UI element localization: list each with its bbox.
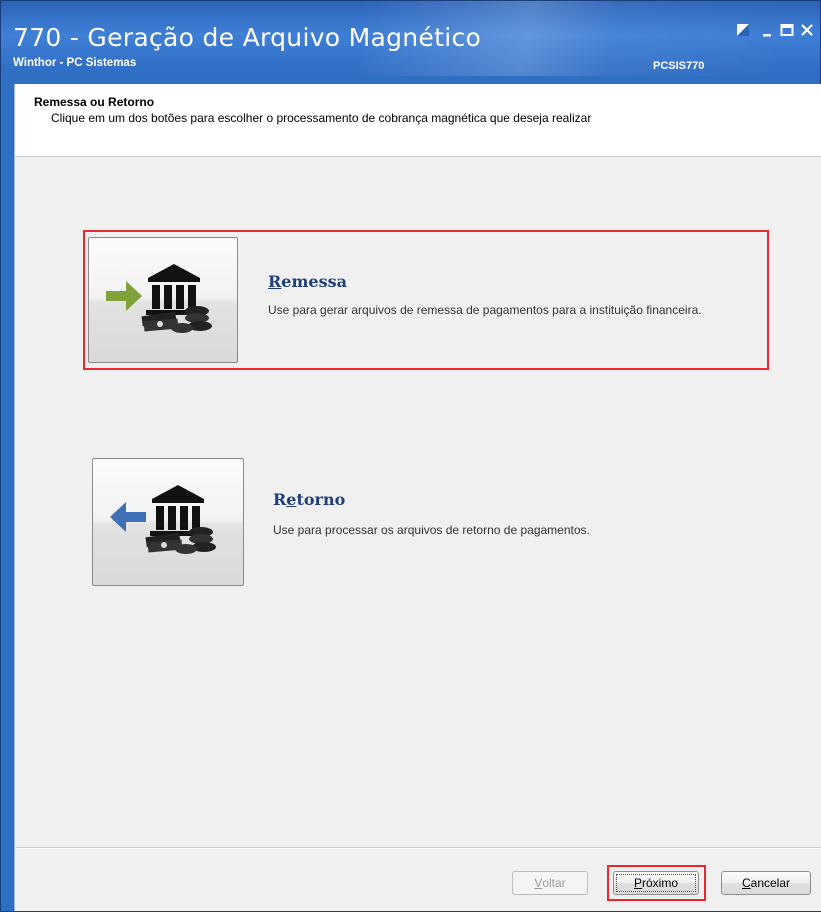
- retorno-title[interactable]: Retorno: [273, 490, 345, 509]
- next-button-mnemonic: P: [633, 876, 642, 890]
- window-subtitle: Winthor - PC Sistemas: [13, 57, 137, 69]
- title-bar[interactable]: 770 - Geração de Arquivo Magnético Winth…: [1, 1, 820, 76]
- bank-import-icon: [110, 485, 216, 554]
- close-icon[interactable]: [798, 21, 816, 39]
- wizard-step-title: Remessa ou Retorno: [34, 95, 155, 109]
- retorno-title-rest: torno: [296, 490, 346, 509]
- retorno-title-first: R: [273, 490, 287, 509]
- remessa-description: Use para gerar arquivos de remessa de pa…: [268, 303, 702, 317]
- retorno-description: Use para processar os arquivos de retorn…: [273, 523, 590, 537]
- cancel-button[interactable]: Cancelar: [721, 871, 811, 895]
- cancel-button-label: ancelar: [750, 876, 791, 890]
- window-title: 770 - Geração de Arquivo Magnético: [13, 23, 482, 52]
- remessa-button[interactable]: [88, 237, 238, 363]
- program-code: PCSIS770: [653, 60, 705, 72]
- wizard-client-area: Remessa ou Retorno Clique em um dos botõ…: [14, 84, 821, 911]
- next-button[interactable]: Próximo: [613, 871, 699, 895]
- remessa-title-mnemonic: R: [268, 272, 282, 291]
- restore-icon[interactable]: [734, 21, 752, 39]
- next-button-label: róximo: [642, 876, 679, 890]
- cancel-button-mnemonic: C: [741, 876, 751, 890]
- footer-divider-highlight: [15, 848, 821, 849]
- back-button-label: oltar: [542, 876, 566, 890]
- wizard-header: Remessa ou Retorno Clique em um dos botõ…: [15, 84, 821, 157]
- retorno-title-mnemonic: e: [286, 490, 297, 509]
- wizard-step-description: Clique em um dos botões para escolher o …: [51, 111, 592, 125]
- back-button[interactable]: Voltar: [512, 871, 588, 895]
- retorno-button[interactable]: [92, 458, 244, 586]
- bank-export-icon: [106, 264, 212, 333]
- maximize-icon[interactable]: [778, 21, 796, 39]
- remessa-title-rest: emessa: [281, 272, 347, 291]
- back-button-mnemonic: V: [534, 876, 543, 890]
- minimize-icon[interactable]: [758, 21, 776, 39]
- remessa-title[interactable]: Remessa: [268, 272, 347, 291]
- app-window: 770 - Geração de Arquivo Magnético Winth…: [0, 0, 821, 912]
